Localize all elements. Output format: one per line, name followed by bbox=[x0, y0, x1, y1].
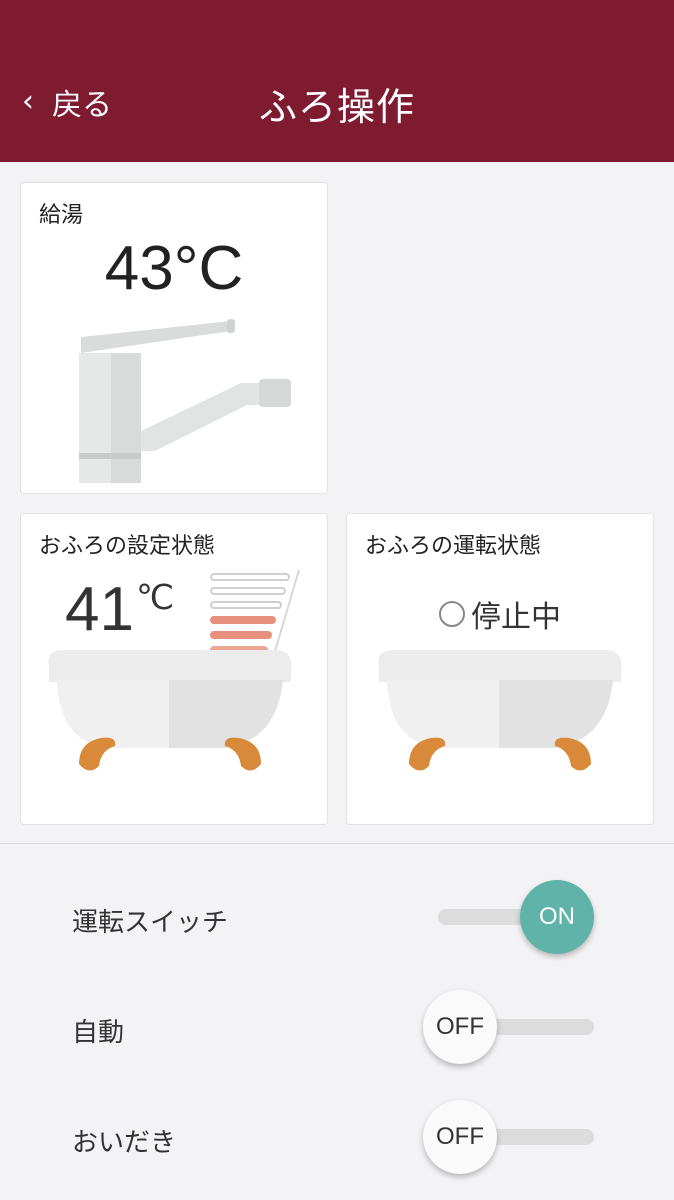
bath-temperature-unit: ℃ bbox=[135, 579, 175, 617]
bath-setting-card[interactable]: おふろの設定状態 41 ℃ bbox=[20, 513, 328, 825]
running-status-text: 停止中 bbox=[471, 600, 561, 635]
hot-water-title: 給湯 bbox=[39, 203, 84, 228]
page-title: ふろ操作 bbox=[258, 85, 415, 129]
toggle-knob[interactable]: OFF bbox=[423, 1100, 497, 1174]
bath-setting-temperature: 41 ℃ bbox=[65, 574, 174, 645]
app-header: ‹ 戻る ふろ操作 bbox=[0, 0, 674, 162]
bathtub-icon bbox=[48, 650, 292, 771]
faucet-icon bbox=[79, 319, 291, 483]
bath-setting-title: おふろの設定状態 bbox=[39, 534, 216, 559]
bathtub-icon bbox=[378, 650, 622, 771]
running-status: 停止中 bbox=[347, 592, 653, 636]
hot-water-temperature: 43°C bbox=[104, 234, 244, 303]
divider bbox=[0, 843, 674, 844]
auto-toggle[interactable]: OFF bbox=[0, 990, 674, 1064]
toggle-knob[interactable]: OFF bbox=[423, 990, 497, 1064]
toggle-knob[interactable]: ON bbox=[520, 880, 594, 954]
hot-water-card[interactable]: 給湯 43°C bbox=[20, 182, 328, 494]
bath-running-title: おふろの運転状態 bbox=[365, 534, 542, 559]
status-circle-icon bbox=[439, 601, 465, 627]
bath-running-card[interactable]: おふろの運転状態 停止中 bbox=[346, 513, 654, 825]
bath-temperature-value: 41 bbox=[65, 575, 134, 644]
operation-switch-toggle[interactable]: ON bbox=[0, 880, 674, 954]
reheat-toggle[interactable]: OFF bbox=[0, 1100, 674, 1174]
